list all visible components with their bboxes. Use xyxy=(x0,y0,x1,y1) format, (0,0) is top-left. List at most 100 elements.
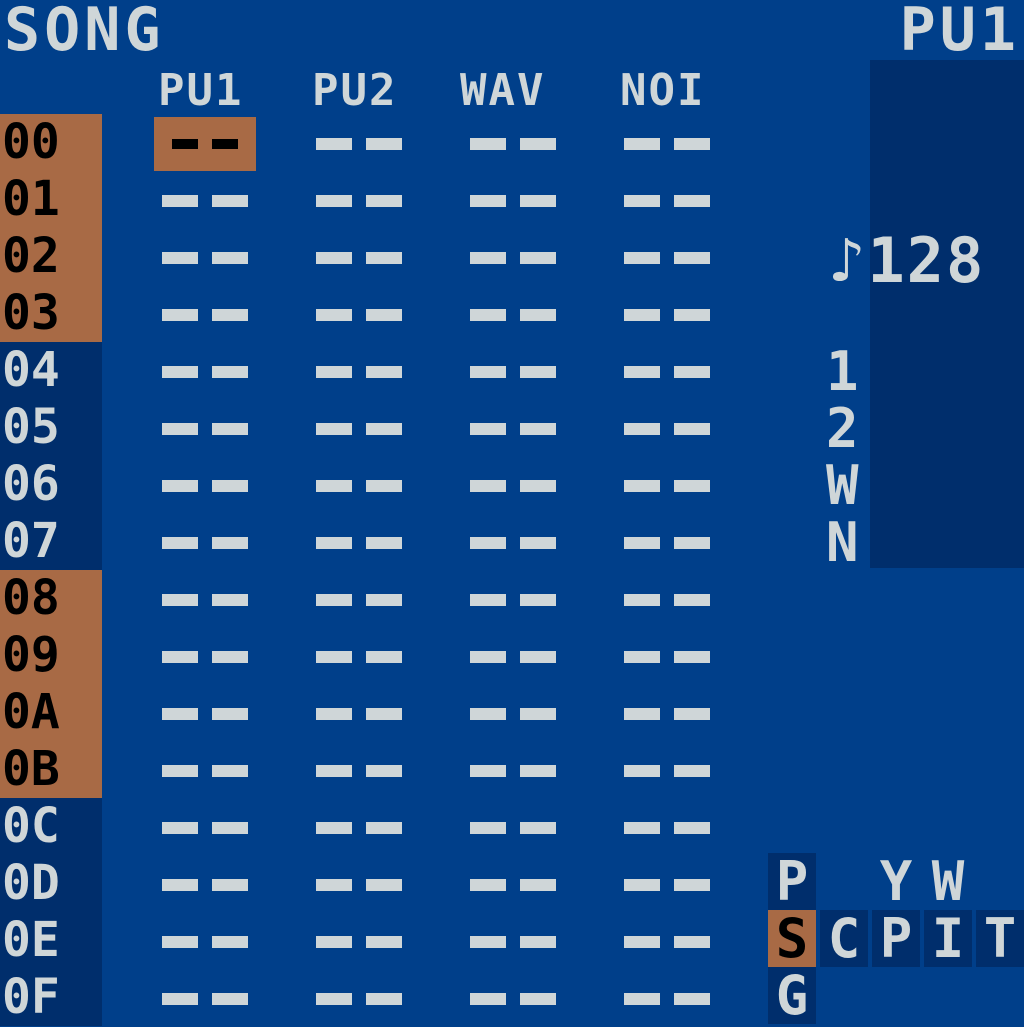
chain-cell-wav[interactable] xyxy=(462,915,564,969)
mute-channel-noi[interactable]: N xyxy=(826,514,859,571)
chain-cell-pu1[interactable] xyxy=(154,402,256,456)
chain-cell-pu2[interactable] xyxy=(308,801,410,855)
chain-cell-wav[interactable] xyxy=(462,801,564,855)
empty-dash xyxy=(470,993,506,1005)
chain-cell-noi[interactable] xyxy=(616,744,718,798)
chain-cell-wav[interactable] xyxy=(462,687,564,741)
chain-cell-pu1[interactable] xyxy=(154,174,256,228)
chain-cell-pu2[interactable] xyxy=(308,573,410,627)
row-number[interactable]: 0A xyxy=(0,684,102,741)
chain-cell-pu2[interactable] xyxy=(308,858,410,912)
row-number[interactable]: 09 xyxy=(0,627,102,684)
chain-cell-pu2[interactable] xyxy=(308,687,410,741)
mute-channel-2[interactable]: 2 xyxy=(826,400,859,457)
empty-dash xyxy=(674,537,710,549)
chain-cell-wav[interactable] xyxy=(462,573,564,627)
map-cell-chain[interactable]: C xyxy=(820,910,868,967)
chain-cell-noi[interactable] xyxy=(616,231,718,285)
empty-dash xyxy=(470,879,506,891)
row-number[interactable]: 0C xyxy=(0,798,102,855)
chain-cell-noi[interactable] xyxy=(616,345,718,399)
chain-cell-noi[interactable] xyxy=(616,288,718,342)
chain-cell-wav[interactable] xyxy=(462,630,564,684)
chain-cell-wav[interactable] xyxy=(462,459,564,513)
row-number[interactable]: 01 xyxy=(0,171,102,228)
row-number[interactable]: 0F xyxy=(0,969,102,1026)
mute-channel-1[interactable]: 1 xyxy=(826,343,859,400)
chain-cell-pu2[interactable] xyxy=(308,630,410,684)
chain-cell-noi[interactable] xyxy=(616,402,718,456)
chain-cell-noi[interactable] xyxy=(616,858,718,912)
chain-cell-pu1[interactable] xyxy=(154,687,256,741)
chain-cell-wav[interactable] xyxy=(462,288,564,342)
empty-dash xyxy=(520,708,556,720)
chain-cell-noi[interactable] xyxy=(616,174,718,228)
row-number[interactable]: 08 xyxy=(0,570,102,627)
chain-cell-wav[interactable] xyxy=(462,117,564,171)
chain-cell-noi[interactable] xyxy=(616,459,718,513)
row-number[interactable]: 06 xyxy=(0,456,102,513)
chain-cell-pu1[interactable] xyxy=(154,573,256,627)
row-number[interactable]: 05 xyxy=(0,399,102,456)
chain-cell-noi[interactable] xyxy=(616,687,718,741)
chain-cell-pu1[interactable] xyxy=(154,231,256,285)
chain-cell-pu1[interactable] xyxy=(154,801,256,855)
chain-cell-pu1[interactable] xyxy=(154,744,256,798)
row-number[interactable]: 03 xyxy=(0,285,102,342)
chain-cell-pu1[interactable] xyxy=(154,345,256,399)
row-number[interactable]: 00 xyxy=(0,114,102,171)
map-cell-instrument[interactable]: I xyxy=(924,910,972,967)
empty-dash xyxy=(674,993,710,1005)
map-cell-groove[interactable]: Y xyxy=(872,853,920,910)
chain-cell-pu2[interactable] xyxy=(308,459,410,513)
chain-cell-pu2[interactable] xyxy=(308,174,410,228)
chain-cell-noi[interactable] xyxy=(616,801,718,855)
chain-cell-wav[interactable] xyxy=(462,174,564,228)
mute-channel-wav[interactable]: W xyxy=(826,457,859,514)
chain-cell-noi[interactable] xyxy=(616,630,718,684)
map-cell-song[interactable]: S xyxy=(768,910,816,967)
chain-cell-pu2[interactable] xyxy=(308,516,410,570)
map-cell-groove-2[interactable]: G xyxy=(768,967,816,1024)
chain-cell-pu2[interactable] xyxy=(308,231,410,285)
chain-cell-noi[interactable] xyxy=(616,117,718,171)
chain-cell-pu1[interactable] xyxy=(154,516,256,570)
map-cell-table[interactable]: T xyxy=(976,910,1024,967)
chain-cell-pu2[interactable] xyxy=(308,402,410,456)
chain-cell-pu1[interactable] xyxy=(154,630,256,684)
map-cell-phrase[interactable]: P xyxy=(768,853,816,910)
chain-cell-pu2[interactable] xyxy=(308,117,410,171)
chain-cell-wav[interactable] xyxy=(462,972,564,1026)
row-number[interactable]: 04 xyxy=(0,342,102,399)
chain-cell-pu1[interactable] xyxy=(154,288,256,342)
row-number[interactable]: 07 xyxy=(0,513,102,570)
tempo-readout: ♪128 xyxy=(828,224,986,297)
map-cell-phrase-2[interactable]: P xyxy=(872,910,920,967)
row-number[interactable]: 02 xyxy=(0,228,102,285)
row-number[interactable]: 0B xyxy=(0,741,102,798)
chain-cell-pu1[interactable] xyxy=(154,915,256,969)
chain-cell-pu2[interactable] xyxy=(308,288,410,342)
chain-cell-wav[interactable] xyxy=(462,345,564,399)
chain-cell-pu2[interactable] xyxy=(308,915,410,969)
chain-cell-pu2[interactable] xyxy=(308,345,410,399)
row-number[interactable]: 0D xyxy=(0,855,102,912)
empty-dash xyxy=(366,309,402,321)
chain-cell-wav[interactable] xyxy=(462,516,564,570)
chain-cell-pu2[interactable] xyxy=(308,744,410,798)
chain-cell-pu1[interactable] xyxy=(154,858,256,912)
row-number[interactable]: 0E xyxy=(0,912,102,969)
chain-cell-pu1[interactable] xyxy=(154,972,256,1026)
chain-cell-pu2[interactable] xyxy=(308,972,410,1026)
chain-cell-wav[interactable] xyxy=(462,858,564,912)
chain-cell-wav[interactable] xyxy=(462,402,564,456)
chain-cell-noi[interactable] xyxy=(616,573,718,627)
chain-cell-pu1[interactable] xyxy=(154,459,256,513)
chain-cell-wav[interactable] xyxy=(462,231,564,285)
chain-cell-noi[interactable] xyxy=(616,915,718,969)
chain-cell-noi[interactable] xyxy=(616,516,718,570)
map-cell-wave[interactable]: W xyxy=(924,853,972,910)
chain-cell-noi[interactable] xyxy=(616,972,718,1026)
chain-cell-wav[interactable] xyxy=(462,744,564,798)
chain-cell-pu1[interactable] xyxy=(154,117,256,171)
